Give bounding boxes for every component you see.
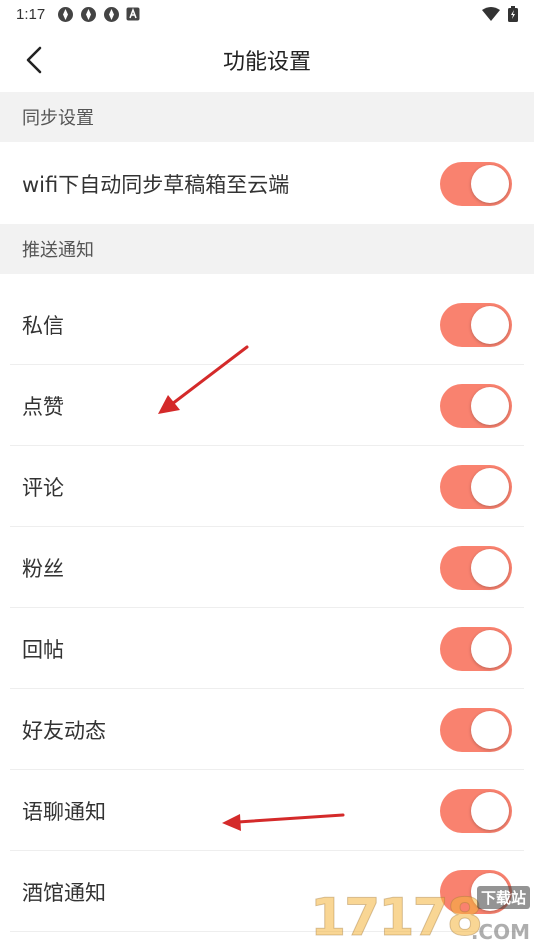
setting-label: 粉丝	[22, 556, 64, 581]
toggle-knob	[471, 710, 509, 749]
setting-label: 好友动态	[22, 718, 106, 743]
toggle-switch-fans[interactable]	[440, 545, 512, 590]
app-icon	[58, 6, 74, 22]
setting-row-fans: 粉丝	[0, 527, 534, 608]
wifi-icon	[482, 7, 500, 21]
setting-label: 酒馆通知	[22, 880, 106, 905]
setting-label: wifi下自动同步草稿箱至云端	[22, 172, 290, 197]
chevron-left-icon	[26, 46, 42, 74]
setting-row-comments: 评论	[0, 446, 534, 527]
status-right	[482, 6, 518, 22]
divider	[10, 931, 524, 932]
back-button[interactable]	[18, 44, 50, 76]
status-icons	[57, 6, 140, 23]
setting-row-wifi-sync: wifi下自动同步草稿箱至云端	[0, 143, 534, 224]
app-bar: 功能设置	[0, 28, 534, 92]
toggle-knob	[471, 629, 509, 668]
status-bar: 1:17	[0, 0, 534, 28]
setting-label: 语聊通知	[22, 799, 106, 824]
toggle-knob	[471, 386, 509, 425]
toggle-knob	[471, 305, 509, 344]
toggle-switch-private-message[interactable]	[440, 302, 512, 347]
toggle-switch-voice-chat[interactable]	[440, 788, 512, 833]
setting-row-voice-chat: 语聊通知	[0, 770, 534, 851]
toggle-knob	[471, 164, 509, 203]
a-icon	[126, 7, 140, 21]
setting-row-tavern: 酒馆通知	[0, 851, 534, 932]
setting-row-replies: 回帖	[0, 608, 534, 689]
toggle-switch-tavern[interactable]	[440, 869, 512, 914]
setting-row-private-message: 私信	[0, 284, 534, 365]
toggle-switch-likes[interactable]	[440, 383, 512, 428]
setting-label: 评论	[22, 475, 64, 500]
toggle-knob	[471, 791, 509, 830]
toggle-knob	[471, 467, 509, 506]
status-time: 1:17	[16, 5, 46, 23]
battery-icon	[508, 6, 518, 22]
page-title: 功能设置	[222, 50, 311, 75]
setting-row-friend-activity: 好友动态	[0, 689, 534, 770]
toggle-knob	[471, 548, 509, 587]
setting-label: 私信	[22, 313, 64, 338]
setting-row-likes: 点赞	[0, 365, 534, 446]
toggle-switch-wifi-sync[interactable]	[440, 161, 512, 206]
section-header-push: 推送通知	[0, 224, 534, 274]
app-icon	[104, 6, 120, 22]
toggle-switch-comments[interactable]	[440, 464, 512, 509]
app-icon	[81, 6, 97, 22]
toggle-switch-replies[interactable]	[440, 626, 512, 671]
setting-label: 点赞	[22, 394, 64, 419]
toggle-knob	[471, 872, 509, 911]
toggle-switch-friend-activity[interactable]	[440, 707, 512, 752]
section-header-sync: 同步设置	[0, 92, 534, 142]
setting-label: 回帖	[22, 637, 64, 662]
